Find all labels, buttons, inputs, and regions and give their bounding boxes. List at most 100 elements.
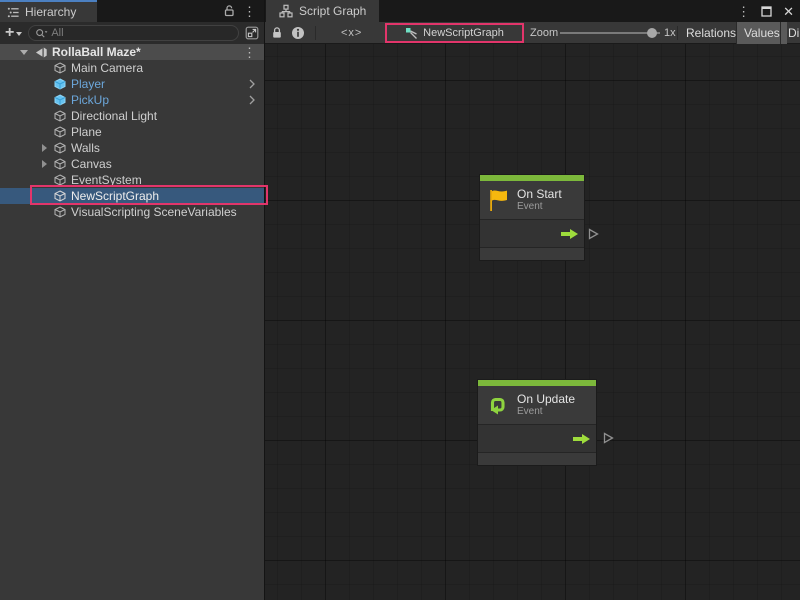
scene-menu-icon[interactable]: ⋮ [243,46,264,59]
node-titles: On Start Event [517,187,562,213]
control-output-arrow-icon[interactable] [572,433,591,445]
plus-icon: + [5,25,14,41]
item-label: Main Camera [71,61,143,75]
maximize-icon[interactable] [761,6,772,17]
hierarchy-item-directional-light[interactable]: Directional Light [0,108,264,124]
zoom-label-wrap: Zoom [530,22,558,44]
item-label: Directional Light [71,109,157,123]
cube-icon [54,62,66,74]
tab-hierarchy[interactable]: Hierarchy [0,0,97,22]
cube-icon [54,174,66,186]
unity-scene-icon [35,46,48,59]
cube-icon [54,126,66,138]
control-output-port[interactable] [601,431,615,445]
scene-name: RollaBall Maze* [52,45,141,59]
scene-row[interactable]: RollaBall Maze* ⋮ [0,44,264,60]
unlock-icon[interactable] [223,4,235,18]
cube-icon [54,206,66,218]
node-title: On Start [517,187,562,201]
node-subtitle: Event [517,406,575,418]
node-footer [480,247,584,260]
graph-lock-button[interactable] [271,22,283,44]
scene-foldout-icon[interactable] [20,50,28,55]
graph-toolbar: <x> NewScriptGraph Zoom 1x Relations Val… [265,22,800,44]
zoom-slider-thumb[interactable] [647,28,657,38]
hierarchy-tree: Main Camera Player PickUp Directional Li… [0,60,264,220]
unity-editor-window: Hierarchy ⋮ + All [0,0,800,600]
toolbar-separator [677,26,678,40]
hierarchy-item-eventsystem[interactable]: EventSystem [0,172,264,188]
node-body [480,219,584,247]
cube-icon [54,190,66,202]
zoom-slider[interactable] [560,32,660,34]
node-footer [478,452,596,465]
zoom-value-wrap: 1x [664,22,676,44]
toolbar-separator [315,26,316,40]
hierarchy-tab-label: Hierarchy [25,5,76,19]
create-object-button[interactable]: + [5,25,22,41]
graph-canvas[interactable]: On Start Event [265,44,800,600]
info-icon [291,26,305,40]
graph-name-button[interactable]: NewScriptGraph [385,23,524,43]
item-label: PickUp [71,93,109,107]
item-label: Walls [71,141,100,155]
script-graph-icon [279,4,293,18]
hierarchy-icon [7,6,20,19]
node-header: On Start Event [480,181,584,219]
variables-label: <x> [341,27,362,39]
control-output-arrow-icon[interactable] [560,228,579,240]
lock-icon [271,26,283,40]
relations-button[interactable]: Relations [679,22,743,44]
prefab-cube-icon [54,94,66,106]
hierarchy-item-pickup[interactable]: PickUp [0,92,264,108]
prefab-expand-chevron[interactable] [249,79,255,89]
hierarchy-item-walls[interactable]: Walls [0,140,264,156]
graph-tab-bar: Script Graph ⋮ ✕ [265,0,800,22]
flag-icon [488,188,509,212]
prefab-cube-icon [54,78,66,90]
tab-script-graph[interactable]: Script Graph [266,0,379,22]
graph-asset-icon [405,27,418,40]
node-subtitle: Event [517,201,562,213]
foldout-collapsed-icon[interactable] [42,144,47,152]
foldout-collapsed-icon[interactable] [42,160,47,168]
hierarchy-item-player[interactable]: Player [0,76,264,92]
open-search-window-icon[interactable] [245,26,259,40]
item-label: NewScriptGraph [71,189,159,203]
node-header: On Update Event [478,386,596,424]
hierarchy-item-main-camera[interactable]: Main Camera [0,60,264,76]
graph-name-label: NewScriptGraph [423,27,504,39]
hierarchy-search-input[interactable]: All [28,25,239,41]
item-label: Plane [71,125,102,139]
search-icon [35,28,48,39]
graph-info-button[interactable] [291,22,305,44]
variables-toggle-button[interactable]: <x> [341,22,362,44]
cube-icon [54,158,66,170]
hierarchy-item-canvas[interactable]: Canvas [0,156,264,172]
node-on-update[interactable]: On Update Event [478,380,596,465]
hierarchy-tab-bar: Hierarchy ⋮ [0,0,264,22]
prefab-expand-chevron[interactable] [249,95,255,105]
zoom-value: 1x [664,27,676,39]
node-on-start[interactable]: On Start Event [480,175,584,260]
search-placeholder: All [51,27,63,39]
hierarchy-item-visualscripting-scenevariables[interactable]: VisualScripting SceneVariables [0,204,264,220]
zoom-label: Zoom [530,27,558,39]
hierarchy-menu-icon[interactable]: ⋮ [243,5,256,18]
item-label: Canvas [71,157,112,171]
item-label: VisualScripting SceneVariables [71,205,237,219]
node-titles: On Update Event [517,392,575,418]
loop-icon [486,394,509,417]
graph-window-menu-icon[interactable]: ⋮ [737,5,750,18]
control-output-port[interactable] [586,227,600,241]
hierarchy-item-newscriptgraph[interactable]: NewScriptGraph [0,188,264,204]
item-label: Player [71,77,105,91]
hierarchy-toolbar: + All [0,22,264,44]
cube-icon [54,110,66,122]
cube-icon [54,142,66,154]
node-title: On Update [517,392,575,406]
chevron-down-icon [16,32,22,36]
hierarchy-item-plane[interactable]: Plane [0,124,264,140]
dim-button[interactable]: Di [781,22,800,44]
close-icon[interactable]: ✕ [783,5,794,18]
